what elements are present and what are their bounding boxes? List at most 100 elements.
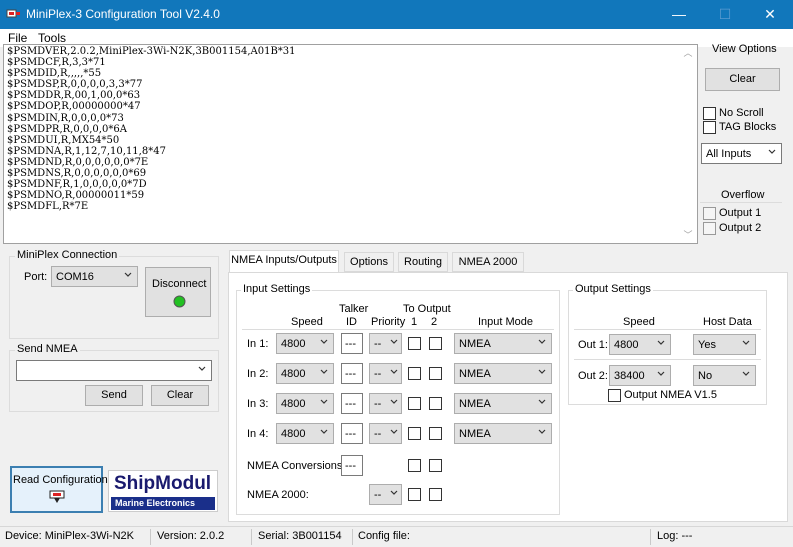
- no-scroll-label: No Scroll: [719, 107, 764, 119]
- out1-speed-value: 4800: [614, 339, 639, 351]
- chevron-down-icon: [320, 399, 328, 404]
- close-button[interactable]: ✕: [747, 0, 793, 29]
- menu-file[interactable]: File: [8, 31, 27, 45]
- status-bar: Device: MiniPlex-3Wi-N2K Version: 2.0.2 …: [0, 526, 793, 547]
- talker-header-line2: ID: [346, 316, 357, 328]
- in2-out1-checkbox[interactable]: [408, 367, 421, 380]
- in3-out1-checkbox[interactable]: [408, 397, 421, 410]
- in1-talker-input[interactable]: ---: [341, 333, 363, 354]
- output-v15-checkbox[interactable]: [608, 389, 621, 402]
- tab-nmea-2000[interactable]: NMEA 2000: [452, 252, 524, 272]
- log-scrollbar[interactable]: ︿ ﹀: [680, 45, 697, 243]
- chevron-down-icon: [657, 371, 665, 376]
- log-line: $PSMDFL,R*7E: [7, 201, 89, 213]
- in4-mode-value: NMEA: [459, 428, 491, 440]
- overflow-divider: [700, 202, 782, 203]
- log-line: $PSMDID,R,,,,,*55: [7, 68, 102, 80]
- send-clear-button[interactable]: Clear: [151, 385, 209, 406]
- send-nmea-input[interactable]: [16, 360, 212, 381]
- in2-out2-checkbox[interactable]: [429, 367, 442, 380]
- log-line: $PSMDVER,2.0.2,MiniPlex-3Wi-N2K,3B001154…: [7, 46, 296, 57]
- log-line: $PSMDUI,R,MX54*50: [7, 134, 120, 146]
- read-configuration-button[interactable]: Read Configuration: [10, 466, 108, 513]
- status-serial: Serial: 3B001154: [258, 530, 342, 542]
- chevron-down-icon: [198, 366, 206, 371]
- in1-mode-select[interactable]: NMEA: [454, 333, 552, 354]
- out1-host-data-select[interactable]: Yes: [693, 334, 756, 355]
- log-line: $PSMDIN,R,0,0,0,0*73: [7, 112, 124, 124]
- in1-out1-checkbox[interactable]: [408, 337, 421, 350]
- output2-header: 2: [431, 316, 438, 328]
- nmea2000-out2-checkbox[interactable]: [429, 488, 442, 501]
- in1-speed-select[interactable]: 4800: [276, 333, 334, 354]
- chevron-down-icon: [390, 429, 398, 434]
- in2-priority-value: --: [374, 368, 382, 380]
- nmea-conversions-out1-checkbox[interactable]: [408, 459, 421, 472]
- logo-main-text: ShipModul: [114, 473, 212, 494]
- tab-routing[interactable]: Routing: [398, 252, 448, 272]
- chevron-down-icon: [742, 371, 750, 376]
- in3-speed-select[interactable]: 4800: [276, 393, 334, 414]
- scroll-up-icon[interactable]: ︿: [683, 49, 693, 58]
- in3-priority-select[interactable]: --: [369, 393, 402, 414]
- in2-talker-input[interactable]: ---: [341, 363, 363, 384]
- in1-priority-select[interactable]: --: [369, 333, 402, 354]
- chevron-down-icon: [768, 149, 776, 154]
- chevron-down-icon: [390, 339, 398, 344]
- input-header-divider: [242, 329, 554, 330]
- out2-host-data-select[interactable]: No: [693, 365, 756, 386]
- in4-out1-checkbox[interactable]: [408, 427, 421, 440]
- in2-speed-select[interactable]: 4800: [276, 363, 334, 384]
- in3-out2-checkbox[interactable]: [429, 397, 442, 410]
- connection-status-led-icon: [173, 295, 186, 308]
- in4-speed-select[interactable]: 4800: [276, 423, 334, 444]
- in3-mode-select[interactable]: NMEA: [454, 393, 552, 414]
- log-line: $PSMDPR,R,0,0,0,0*6A: [7, 123, 127, 135]
- nmea-conversions-talker-value: ---: [345, 460, 356, 472]
- tab-options[interactable]: Options: [344, 252, 394, 272]
- nmea-conversions-out2-checkbox[interactable]: [429, 459, 442, 472]
- in1-priority-value: --: [374, 338, 382, 350]
- port-select[interactable]: COM16: [51, 266, 138, 287]
- in2-talker-value: ---: [345, 368, 356, 380]
- out2-speed-value: 38400: [614, 370, 645, 382]
- maximize-button[interactable]: ☐: [702, 0, 748, 29]
- scroll-down-icon[interactable]: ﹀: [683, 231, 693, 240]
- nmea2000-out1-checkbox[interactable]: [408, 488, 421, 501]
- nmea-conversions-talker-input[interactable]: ---: [341, 455, 363, 476]
- log-view[interactable]: $PSMDVER,2.0.2,MiniPlex-3Wi-N2K,3B001154…: [3, 44, 698, 244]
- disconnect-button[interactable]: Disconnect: [145, 267, 211, 317]
- tab-nmea-inputs-outputs[interactable]: NMEA Inputs/Outputs: [229, 250, 339, 273]
- in1-out2-checkbox[interactable]: [429, 337, 442, 350]
- no-scroll-checkbox[interactable]: [703, 107, 716, 120]
- nmea2000-label: NMEA 2000:: [247, 489, 309, 501]
- minimize-button[interactable]: —: [656, 0, 702, 29]
- menu-tools[interactable]: Tools: [38, 31, 66, 45]
- in4-out2-checkbox[interactable]: [429, 427, 442, 440]
- in2-priority-select[interactable]: --: [369, 363, 402, 384]
- chevron-down-icon: [657, 340, 665, 345]
- in4-priority-select[interactable]: --: [369, 423, 402, 444]
- in4-talker-input[interactable]: ---: [341, 423, 363, 444]
- inputs-filter-select[interactable]: All Inputs: [701, 143, 782, 164]
- inputs-filter-value: All Inputs: [706, 148, 752, 160]
- app-icon: [6, 9, 20, 18]
- logo-sub-text: Marine Electronics: [115, 498, 196, 508]
- in1-talker-value: ---: [345, 338, 356, 350]
- tag-blocks-checkbox[interactable]: [703, 121, 716, 134]
- read-configuration-label: Read Configuration: [13, 474, 108, 486]
- send-button[interactable]: Send: [85, 385, 143, 406]
- clear-log-button[interactable]: Clear: [705, 68, 780, 91]
- in4-mode-select[interactable]: NMEA: [454, 423, 552, 444]
- out1-speed-select[interactable]: 4800: [609, 334, 671, 355]
- chevron-down-icon: [538, 369, 546, 374]
- chevron-down-icon: [320, 339, 328, 344]
- plug-icon: [49, 490, 65, 503]
- out2-speed-select[interactable]: 38400: [609, 365, 671, 386]
- in3-talker-input[interactable]: ---: [341, 393, 363, 414]
- in4-label: In 4:: [247, 428, 269, 440]
- view-options-title: View Options: [712, 43, 777, 55]
- overflow-title: Overflow: [721, 189, 765, 201]
- in2-mode-select[interactable]: NMEA: [454, 363, 552, 384]
- nmea2000-priority-select[interactable]: --: [369, 484, 402, 505]
